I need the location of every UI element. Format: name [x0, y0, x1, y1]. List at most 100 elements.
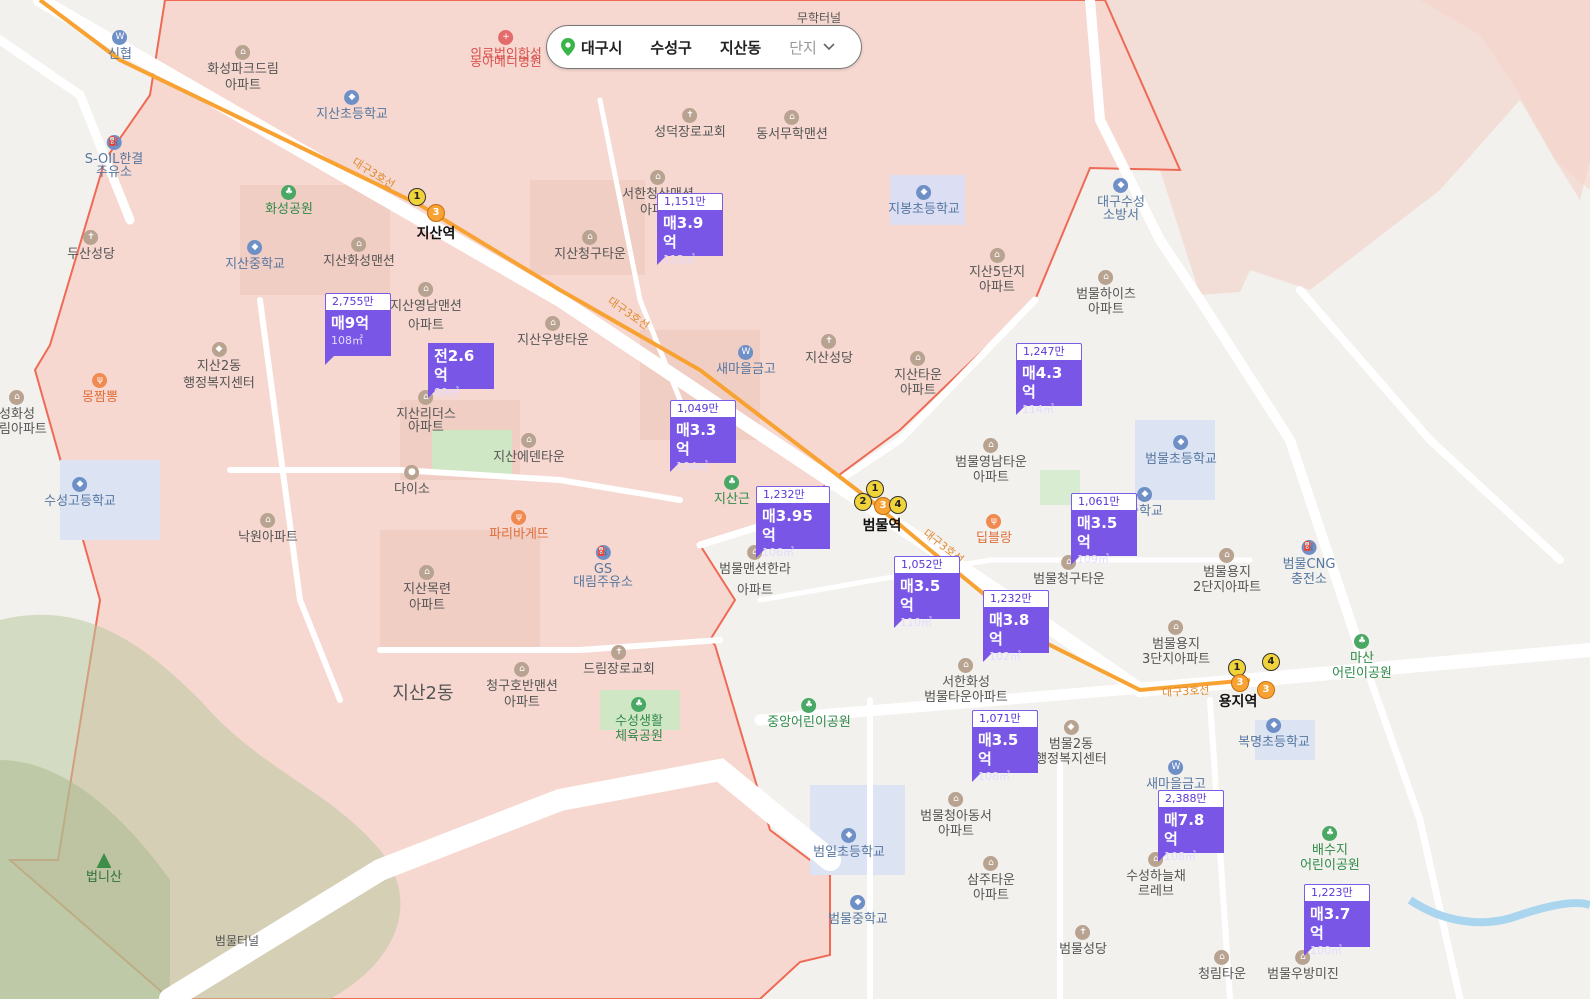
map-poi-label[interactable]: ⌂ 성화성 — [0, 390, 35, 423]
listing-price-marker[interactable]: 2,755만 매9억 108㎡ — [325, 293, 391, 365]
map-poi-label[interactable]: 소방서 — [1103, 208, 1139, 224]
listing-price-marker[interactable]: 1,223만 매3.7억 100㎡ — [1304, 884, 1370, 957]
map-poi-label[interactable]: 범물터널 — [215, 933, 259, 949]
map-poi-label[interactable]: 행정복지센터 — [1035, 752, 1107, 768]
listing-price-marker[interactable]: 1,247만 매4.3억 114㎡ — [1016, 343, 1082, 416]
map-poi-label[interactable]: ⌂ 동서무학맨션 — [756, 110, 828, 143]
map-poi-label[interactable]: ◆ 지산초등학교 — [316, 90, 388, 123]
map-poi-label[interactable]: ⌂ 지산영남맨션 — [390, 282, 462, 315]
map-poi-label[interactable]: ◆ 지봉초등학교 — [888, 185, 960, 218]
map-poi-label[interactable]: ♣ 수성생활 — [615, 697, 663, 730]
map-poi-label[interactable]: ⌂ 범물용지 — [1203, 548, 1251, 581]
map-poi-label[interactable]: ⌂ 범물용지 — [1152, 620, 1200, 653]
map-poi-label[interactable]: ◆ 범일초등학교 — [813, 828, 885, 861]
map-poi-label[interactable]: 주유소 — [96, 165, 132, 181]
breadcrumb-city[interactable]: 대구시 — [581, 37, 622, 58]
complex-dropdown[interactable]: 단지 — [789, 37, 817, 58]
map-poi-label[interactable]: ⌂ 범물하이츠 — [1076, 270, 1136, 303]
map-poi-label[interactable]: 아파트 — [409, 598, 445, 614]
map-poi-label[interactable]: 아파트 — [408, 420, 444, 436]
map-poi-label[interactable]: W 새마을금고 — [716, 345, 776, 378]
map-poi-label[interactable]: ✝ 성덕장로교회 — [654, 108, 726, 141]
map-poi-label[interactable]: ⌂ 범물청아동서 — [920, 792, 992, 825]
listing-price-marker[interactable]: 1,232만 매3.95억 106㎡ — [756, 486, 830, 559]
map-poi-label[interactable]: ⛽ S-OIL한결 — [85, 135, 143, 168]
map-poi-label[interactable]: ✝ 두산성당 — [67, 230, 115, 263]
listing-price-marker[interactable]: 1,071만 매3.5억 108㎡ — [972, 710, 1038, 783]
map-poi-label[interactable]: 범물타운아파트 — [924, 690, 1008, 706]
map-poi-label[interactable]: 동아메디병원 — [470, 55, 542, 71]
map-poi-label[interactable]: 무학터널 — [797, 10, 841, 26]
station-label[interactable]: 용지역 — [1219, 694, 1258, 710]
map-poi-label[interactable]: ◆ 범물중학교 — [828, 895, 888, 928]
map-poi-label[interactable]: ⌂ 낙원아파트 — [238, 513, 298, 546]
map-poi-label[interactable]: ⛽ GS — [594, 545, 612, 578]
map-poi-label[interactable]: ◆ 지산중학교 — [225, 240, 285, 273]
map-poi-label[interactable]: ⌂ 화성파크드림 — [207, 45, 279, 78]
location-breadcrumb[interactable]: 대구시 수성구 지산동 단지 — [546, 25, 862, 69]
listing-price-marker[interactable]: 1,052만 매3.5억 110㎡ — [894, 556, 960, 629]
map-poi-label[interactable]: 아파트 — [938, 824, 974, 840]
map-poi-label[interactable]: ⌂ 범물영남타운 — [955, 438, 1027, 471]
map-poi-label[interactable]: ⌂ 지산에덴타운 — [493, 433, 565, 466]
station-label[interactable]: 범물역 — [863, 518, 902, 534]
map-poi-label[interactable]: ⌂ 청림타운 — [1198, 950, 1246, 983]
map-poi-label[interactable]: ◆ 복명초등학교 — [1238, 718, 1310, 751]
listing-price-marker[interactable]: 2,388만 매7.8억 108㎡ — [1158, 790, 1224, 863]
map-poi-label[interactable]: ● 다이소 — [394, 465, 430, 498]
map-poi-label[interactable]: 지산2동 — [392, 685, 453, 703]
map-poi-label[interactable]: 아파트 — [504, 695, 540, 711]
map-poi-label[interactable]: 아파트 — [973, 888, 1009, 904]
map-poi-label[interactable]: 3단지아파트 — [1142, 652, 1210, 668]
breadcrumb-district[interactable]: 수성구 — [650, 37, 691, 58]
map-poi-label[interactable]: ⛽ 범물CNG — [1283, 540, 1335, 573]
map-poi-label[interactable]: ⌂ 지산우방타운 — [517, 316, 589, 349]
map-poi-label[interactable]: ⌂ 지산타운 — [894, 351, 942, 384]
map-poi-label[interactable]: 아파트 — [973, 470, 1009, 486]
chevron-down-icon[interactable] — [823, 43, 835, 51]
map-poi-label[interactable]: 아파트 — [900, 383, 936, 399]
map-poi-label[interactable]: 아파트 — [979, 280, 1015, 296]
map-poi-label[interactable]: ✝ 드림장로교회 — [583, 645, 655, 678]
map-poi-label[interactable]: ◆ 지산2동 — [197, 342, 241, 375]
map-poi-label[interactable]: 어린이공원 — [1332, 666, 1392, 682]
listing-price-marker[interactable]: 1,151만 매3.9억 112㎡ — [657, 193, 723, 266]
map-poi-label[interactable]: 아파트 — [408, 318, 444, 334]
map-poi-label[interactable]: ⌂ 삼주타운 — [967, 856, 1015, 889]
map-poi-label[interactable]: ◆ 대구수성 — [1097, 178, 1145, 211]
map-poi-label[interactable]: 법니산 — [86, 853, 122, 886]
breadcrumb-dong[interactable]: 지산동 — [720, 37, 761, 58]
map-poi-label[interactable]: 드림아파트 — [0, 422, 47, 438]
map-poi-label[interactable]: ✝ 지산성당 — [805, 334, 853, 367]
map-poi-label[interactable]: ⌂ 서한화성 — [942, 658, 990, 691]
station-label[interactable]: 지산역 — [417, 226, 456, 242]
map-poi-label[interactable]: ⌂ 지산화성맨션 — [323, 237, 395, 270]
map-poi-label[interactable]: ♣ 지산근 — [714, 475, 750, 508]
map-poi-label[interactable]: W 새마을금고 — [1146, 760, 1206, 793]
map-poi-label[interactable]: 아파트 — [1088, 302, 1124, 318]
listing-price-marker[interactable]: 1,061만 매3.5억 109㎡ — [1071, 493, 1137, 566]
map-poi-label[interactable]: ◆ 범물2동 — [1049, 720, 1093, 753]
listing-price-marker[interactable]: 전2.6억 99㎡ — [428, 343, 494, 399]
map-poi-label[interactable]: ♣ 화성공원 — [265, 185, 313, 218]
map-poi-label[interactable]: ♣ 마산 — [1350, 634, 1374, 667]
map-poi-label[interactable]: 대림주유소 — [573, 575, 633, 591]
map-poi-label[interactable]: ⌂ 지산목련 — [403, 565, 451, 598]
map-poi-label[interactable]: 충전소 — [1291, 572, 1327, 588]
map-poi-label[interactable]: 아파트 — [737, 583, 773, 599]
map-poi-label[interactable]: ◆ 수성고등학교 — [44, 477, 116, 510]
map-poi-label[interactable]: ♣ 배수지 — [1312, 826, 1348, 859]
map-poi-label[interactable]: ✝ 범물성당 — [1059, 925, 1107, 958]
map-poi-label[interactable]: 2단지아파트 — [1193, 580, 1261, 596]
map-poi-label[interactable]: 어린이공원 — [1300, 858, 1360, 874]
map-poi-label[interactable]: ◆ 범물초등학교 — [1145, 435, 1217, 468]
map-poi-label[interactable]: ⌂ 청구호반맨션 — [486, 662, 558, 695]
listing-price-marker[interactable]: 1,049만 매3.3억 104㎡ — [670, 400, 736, 473]
map-poi-label[interactable]: 체육공원 — [615, 729, 663, 745]
map-canvas[interactable]: 대구3호선 대구3호선 대구3호선 대구3호선 1 3 지산역 1 2 3 4 … — [0, 0, 1590, 999]
map-poi-label[interactable]: ψ 몽짬뽕 — [82, 373, 118, 406]
map-poi-label[interactable]: W 신협 — [108, 30, 132, 63]
map-poi-label[interactable]: ⌂ 지산5단지 — [969, 248, 1025, 281]
map-poi-label[interactable]: ♣ 중앙어린이공원 — [767, 698, 851, 731]
map-poi-label[interactable]: 르레브 — [1138, 884, 1174, 900]
